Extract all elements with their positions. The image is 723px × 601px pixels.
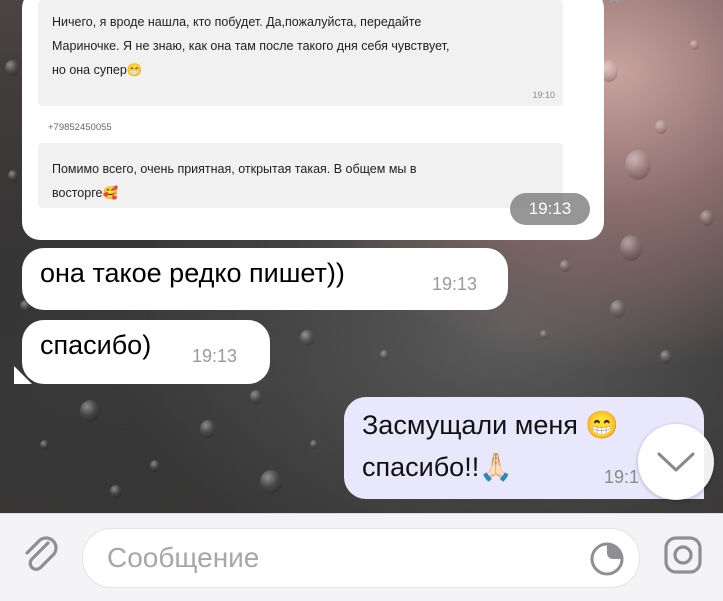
share-icon[interactable] — [608, 0, 624, 8]
quote-line-3: но она супер😁 — [52, 58, 142, 82]
message-time: 19:13 — [192, 346, 238, 366]
message-input[interactable]: Сообщение — [82, 528, 640, 588]
chevron-down-icon — [657, 452, 695, 472]
scroll-down-button[interactable] — [638, 424, 714, 500]
message-composer: Сообщение — [0, 513, 723, 601]
quote-line-2: Мариночке. Я не знаю, как она там после … — [52, 39, 450, 53]
quote-1-time: 19:10 — [532, 90, 555, 100]
outgoing-line-2: спасибо!!🙏🏻 — [362, 452, 513, 482]
forwarded-time-badge: 19:13 — [510, 193, 590, 225]
incoming-message-2[interactable]: спасибо) 19:13 — [22, 320, 270, 384]
message-text: спасибо) — [40, 330, 152, 360]
paperclip-icon[interactable] — [18, 531, 64, 577]
incoming-message-1[interactable]: она такое редко пишет)) 19:13 — [22, 248, 508, 310]
quote2-line-1: Помимо всего, очень приятная, открытая т… — [52, 162, 417, 176]
camera-icon[interactable] — [660, 532, 706, 578]
outgoing-line-1: Засмущали меня 😁 — [362, 410, 619, 440]
quote-line-1: Ничего, я вроде нашла, кто побудет. Да,п… — [52, 15, 422, 29]
hearts-emoji: 🥰 — [102, 186, 119, 200]
quote2-line-2: восторге🥰 — [52, 181, 118, 205]
forwarded-quote-2: Помимо всего, очень приятная, открытая т… — [38, 143, 563, 208]
sender-phone: +79852450055 — [48, 122, 112, 133]
grin-emoji: 😁 — [126, 63, 143, 77]
quote-line-3-text: но она супер — [52, 63, 127, 77]
message-placeholder: Сообщение — [107, 542, 260, 573]
message-time: 19:13 — [432, 274, 478, 294]
message-text: она такое редко пишет)) — [40, 258, 345, 288]
sticker-icon[interactable] — [587, 539, 627, 579]
forwarded-quote-1: Ничего, я вроде нашла, кто побудет. Да,п… — [38, 0, 563, 106]
quote2-line-2-text: восторге — [52, 186, 103, 200]
message-time: 19:1 — [604, 467, 640, 487]
